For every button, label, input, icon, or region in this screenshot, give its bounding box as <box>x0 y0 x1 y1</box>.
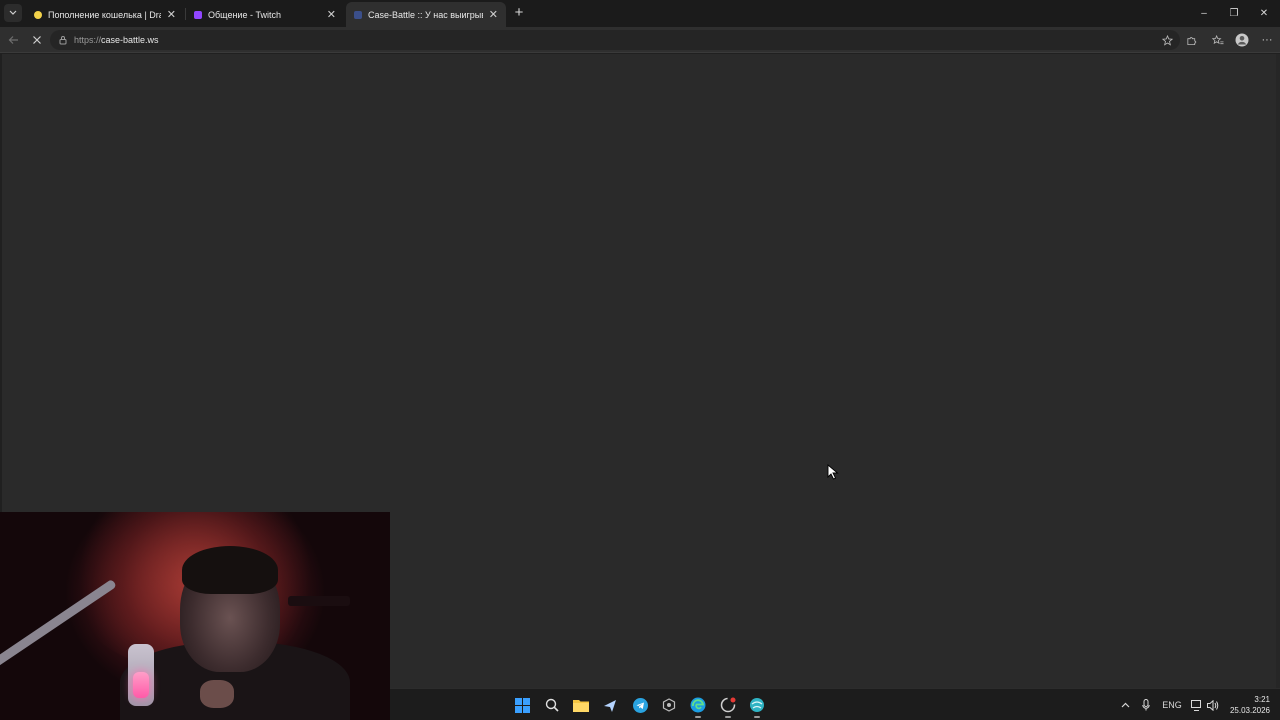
telegram-button[interactable] <box>632 697 648 713</box>
speaker-icon <box>1207 699 1219 711</box>
microphone-icon <box>1142 699 1150 711</box>
show-hidden-icons-button[interactable] <box>1118 697 1132 713</box>
star-icon <box>1161 34 1173 46</box>
dragon-favicon-icon <box>34 10 42 19</box>
steam-icon <box>603 699 616 712</box>
file-explorer-button[interactable] <box>573 697 589 713</box>
browser-icon <box>720 697 736 713</box>
volume-button[interactable] <box>1206 697 1220 713</box>
steam-button[interactable] <box>602 697 618 713</box>
tab-actions-menu-button[interactable] <box>4 4 22 22</box>
favorites-button[interactable] <box>1209 31 1227 49</box>
favorites-icon <box>1212 34 1224 44</box>
case-battle-favicon-icon <box>354 10 362 19</box>
browser-toolbar: https://case-battle.ws ··· <box>0 27 1280 53</box>
start-icon <box>514 697 530 713</box>
back-arrow-icon <box>8 36 18 44</box>
settings-more-button[interactable]: ··· <box>1258 31 1276 49</box>
tab-dragon-wallet[interactable]: Пополнение кошелька | Dragon ✕ <box>26 2 184 27</box>
background-lamp <box>288 596 350 606</box>
globe-app-button[interactable] <box>749 697 765 718</box>
restore-button[interactable]: ❐ <box>1219 0 1249 27</box>
tab-strip: Пополнение кошелька | Dragon ✕ Общение -… <box>0 0 1280 27</box>
tab-title: Case-Battle :: У нас выигрывают <box>368 9 483 20</box>
search-button[interactable] <box>544 697 560 713</box>
streamer-hair <box>182 546 278 594</box>
stop-loading-button[interactable] <box>28 31 46 49</box>
close-tab-icon[interactable]: ✕ <box>167 8 176 21</box>
new-tab-button[interactable]: + <box>511 5 527 21</box>
stop-loading-icon <box>33 36 41 44</box>
close-icon: ✕ <box>1259 8 1269 19</box>
minimize-icon: – <box>1201 8 1207 19</box>
lock-icon <box>59 36 67 45</box>
url-scheme: https:// <box>74 35 102 45</box>
clock-date: 25.03.2026 <box>1229 706 1270 715</box>
network-button[interactable] <box>1190 697 1204 713</box>
language-label: ENG <box>1162 700 1182 710</box>
language-indicator[interactable]: ENG <box>1160 697 1184 713</box>
edge-button[interactable] <box>690 697 706 718</box>
restore-icon: ❐ <box>1229 8 1239 19</box>
puzzle-icon <box>1186 36 1196 45</box>
close-tab-icon[interactable]: ✕ <box>489 8 498 21</box>
microphone-tray-button[interactable] <box>1139 697 1153 713</box>
search-icon <box>545 698 559 712</box>
app-globe-icon <box>750 698 764 712</box>
favorite-button[interactable] <box>1158 31 1176 49</box>
app-button[interactable] <box>661 697 677 713</box>
telegram-icon <box>632 697 648 713</box>
streamer-hand <box>200 680 234 708</box>
microphone-light <box>133 672 149 698</box>
close-tab-icon[interactable]: ✕ <box>327 8 336 21</box>
url-host: case-battle.ws <box>101 35 159 45</box>
twitch-favicon-icon <box>194 10 202 19</box>
start-button[interactable] <box>514 697 530 713</box>
vertical-scrollbar[interactable] <box>1276 54 1280 688</box>
profile-button[interactable] <box>1233 31 1251 49</box>
taskbar: ENG 3:21 25.03.2026 <box>390 688 1280 720</box>
mouse-cursor-icon <box>827 464 839 480</box>
chevron-up-icon <box>1121 702 1129 708</box>
app-icon <box>662 698 676 712</box>
back-button[interactable] <box>4 31 22 49</box>
clock-time: 3:21 <box>1254 695 1270 704</box>
file-explorer-icon <box>573 700 589 712</box>
tab-case-battle[interactable]: Case-Battle :: У нас выигрывают ✕ <box>346 2 506 27</box>
address-bar[interactable]: https://case-battle.ws <box>50 30 1180 50</box>
more-dots-icon: ··· <box>1261 34 1273 46</box>
network-icon <box>1191 699 1201 711</box>
close-window-button[interactable]: ✕ <box>1249 0 1279 27</box>
tab-title: Общение - Twitch <box>208 9 281 20</box>
chevron-down-icon <box>9 10 17 15</box>
extensions-button[interactable] <box>1182 31 1200 49</box>
browser-button[interactable] <box>720 697 736 718</box>
system-clock[interactable]: 3:21 25.03.2026 <box>1230 694 1270 716</box>
webcam-overlay <box>0 512 390 720</box>
tab-title: Пополнение кошелька | Dragon <box>48 9 161 20</box>
avatar-icon <box>1235 33 1249 47</box>
tab-twitch[interactable]: Общение - Twitch ✕ <box>186 2 344 27</box>
edge-icon <box>690 697 706 713</box>
plus-icon: + <box>514 4 524 21</box>
minimize-button[interactable]: – <box>1189 0 1219 27</box>
